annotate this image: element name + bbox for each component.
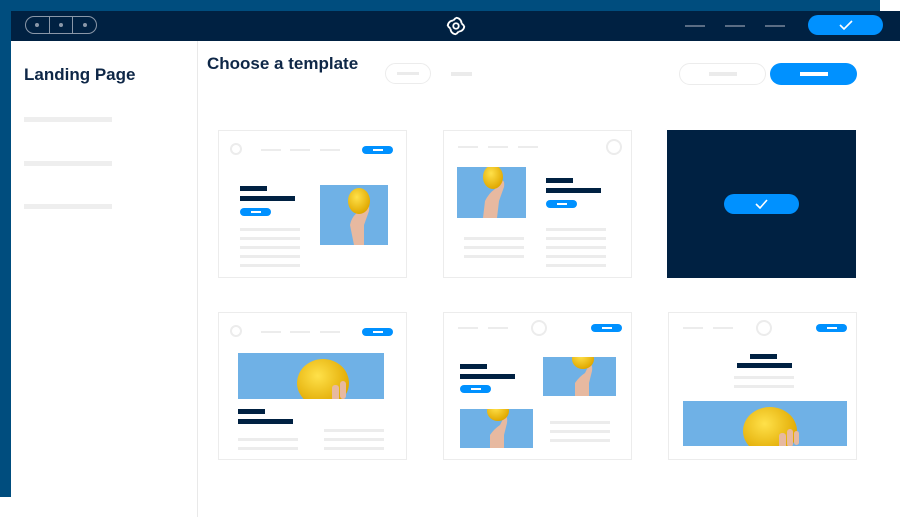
dot-icon bbox=[82, 23, 87, 27]
sidebar-item[interactable] bbox=[24, 204, 112, 209]
text-line bbox=[238, 447, 298, 450]
text-line bbox=[240, 255, 300, 258]
nav-item[interactable] bbox=[685, 25, 705, 27]
mini-cta bbox=[362, 146, 393, 154]
nav-line bbox=[458, 146, 478, 148]
window-controls[interactable] bbox=[25, 16, 97, 34]
heading-placeholder bbox=[240, 196, 295, 201]
logo-placeholder-icon bbox=[531, 320, 547, 336]
primary-button-label bbox=[799, 72, 828, 76]
sidebar-title: Landing Page bbox=[24, 65, 136, 84]
template-card-banner-top[interactable] bbox=[218, 312, 407, 460]
nav-item[interactable] bbox=[725, 25, 745, 27]
dot-icon bbox=[35, 23, 40, 27]
selected-checkmark-button[interactable] bbox=[724, 194, 799, 214]
logo-placeholder-icon bbox=[230, 143, 242, 155]
text-line bbox=[550, 421, 610, 424]
text-line bbox=[464, 255, 524, 258]
lemon-banner-photo bbox=[683, 401, 847, 446]
heading-placeholder bbox=[737, 363, 792, 368]
logo-placeholder-icon bbox=[230, 325, 242, 337]
page-title: Choose a template bbox=[207, 54, 359, 73]
heading-placeholder bbox=[546, 188, 601, 193]
nav-line bbox=[488, 146, 508, 148]
nav-line bbox=[320, 331, 340, 333]
lemon-photo bbox=[320, 185, 388, 245]
template-card-selected[interactable] bbox=[667, 130, 856, 278]
heading-placeholder bbox=[546, 178, 573, 183]
mini-cta bbox=[362, 328, 393, 336]
dot-icon bbox=[59, 23, 63, 27]
text-line bbox=[550, 430, 610, 433]
text-line bbox=[240, 264, 300, 267]
text-line bbox=[464, 237, 524, 240]
filter-tab[interactable] bbox=[451, 72, 472, 76]
text-line bbox=[546, 228, 606, 231]
text-line bbox=[324, 438, 384, 441]
nav-line bbox=[261, 331, 281, 333]
nav-line bbox=[290, 331, 310, 333]
sidebar-item[interactable] bbox=[24, 117, 112, 122]
mini-cta bbox=[546, 200, 577, 208]
text-line bbox=[734, 376, 794, 379]
text-line bbox=[546, 237, 606, 240]
text-line bbox=[546, 246, 606, 249]
text-line bbox=[324, 429, 384, 432]
checkmark-icon bbox=[838, 20, 853, 30]
text-line bbox=[238, 438, 298, 441]
title-bar bbox=[11, 11, 900, 41]
mini-cta bbox=[460, 385, 491, 393]
heading-placeholder bbox=[750, 354, 777, 359]
primary-button[interactable] bbox=[770, 63, 857, 85]
nav-item[interactable] bbox=[765, 25, 785, 27]
nav-line bbox=[683, 327, 703, 329]
template-card-hero-image-left[interactable] bbox=[443, 130, 632, 278]
lemon-photo bbox=[460, 409, 533, 448]
heading-placeholder bbox=[238, 409, 265, 414]
window-control[interactable] bbox=[73, 17, 96, 33]
lemon-banner-photo bbox=[238, 353, 384, 399]
text-line bbox=[240, 237, 300, 240]
heading-placeholder bbox=[238, 419, 293, 424]
nav-line bbox=[320, 149, 340, 151]
nav-line bbox=[488, 327, 508, 329]
secondary-button[interactable] bbox=[679, 63, 766, 85]
filter-pill-label bbox=[397, 72, 419, 75]
mini-cta bbox=[816, 324, 847, 332]
window-control[interactable] bbox=[26, 17, 50, 33]
lemon-photo bbox=[543, 357, 616, 396]
lemon-photo bbox=[457, 167, 526, 218]
mini-cta bbox=[591, 324, 622, 332]
pinwheel-logo-icon bbox=[446, 16, 466, 36]
sidebar-item[interactable] bbox=[24, 161, 112, 166]
text-line bbox=[550, 439, 610, 442]
text-line bbox=[324, 447, 384, 450]
secondary-button-label bbox=[708, 72, 737, 76]
text-line bbox=[464, 246, 524, 249]
window-control[interactable] bbox=[50, 17, 74, 33]
sidebar: Landing Page bbox=[11, 41, 198, 517]
heading-placeholder bbox=[460, 374, 515, 379]
mini-cta bbox=[240, 208, 271, 216]
checkmark-icon bbox=[755, 199, 768, 209]
nav-line bbox=[290, 149, 310, 151]
text-line bbox=[240, 228, 300, 231]
logo-placeholder-icon bbox=[606, 139, 622, 155]
template-card-hero-image-right[interactable] bbox=[218, 130, 407, 278]
filter-pill[interactable] bbox=[385, 63, 431, 84]
heading-placeholder bbox=[240, 186, 267, 191]
nav-line bbox=[458, 327, 478, 329]
text-line bbox=[240, 246, 300, 249]
text-line bbox=[734, 385, 794, 388]
nav-line bbox=[713, 327, 733, 329]
nav-line bbox=[518, 146, 538, 148]
text-line bbox=[546, 264, 606, 267]
confirm-button[interactable] bbox=[808, 15, 883, 35]
heading-placeholder bbox=[460, 364, 487, 369]
template-card-two-images-grid[interactable] bbox=[443, 312, 632, 460]
template-card-centered-banner-bottom[interactable] bbox=[668, 312, 857, 460]
text-line bbox=[546, 255, 606, 258]
logo-placeholder-icon bbox=[756, 320, 772, 336]
nav-line bbox=[261, 149, 281, 151]
